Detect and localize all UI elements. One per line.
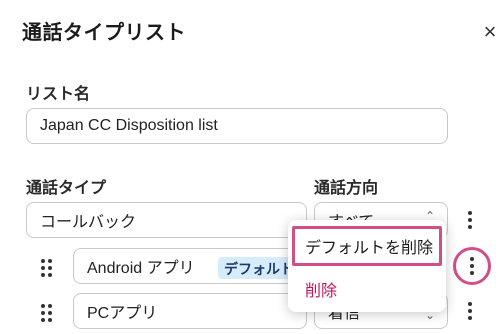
call-type-list-dialog: 通話タイプリスト × リスト名 Japan CC Disposition lis… [0,0,504,334]
highlight-ring [453,247,491,285]
dialog-title: 通話タイプリスト [22,22,186,44]
call-type-value: PCアプリ [87,305,158,322]
call-type-label: 通話タイプ [26,180,107,197]
drag-handle-icon[interactable] [41,304,55,322]
call-type-value: Android アプリ [87,260,195,277]
list-name-label: リスト名 [26,86,91,103]
remove-default-menu-item[interactable]: デフォルトを削除 [292,226,442,266]
delete-menu-item[interactable]: 削除 [292,272,442,306]
more-options-icon[interactable] [460,208,480,232]
call-type-value: コールバック [40,214,137,231]
close-icon[interactable]: × [476,18,504,46]
list-name-value: Japan CC Disposition list [40,117,218,134]
call-type-input[interactable]: コールバック [26,202,307,238]
more-options-icon[interactable] [460,299,480,323]
list-name-input[interactable]: Japan CC Disposition list [26,108,448,144]
call-type-input[interactable]: PCアプリ [73,293,307,329]
call-direction-label: 通話方向 [314,180,379,197]
drag-handle-icon[interactable] [41,259,55,277]
context-menu: デフォルトを削除 削除 [288,220,446,312]
